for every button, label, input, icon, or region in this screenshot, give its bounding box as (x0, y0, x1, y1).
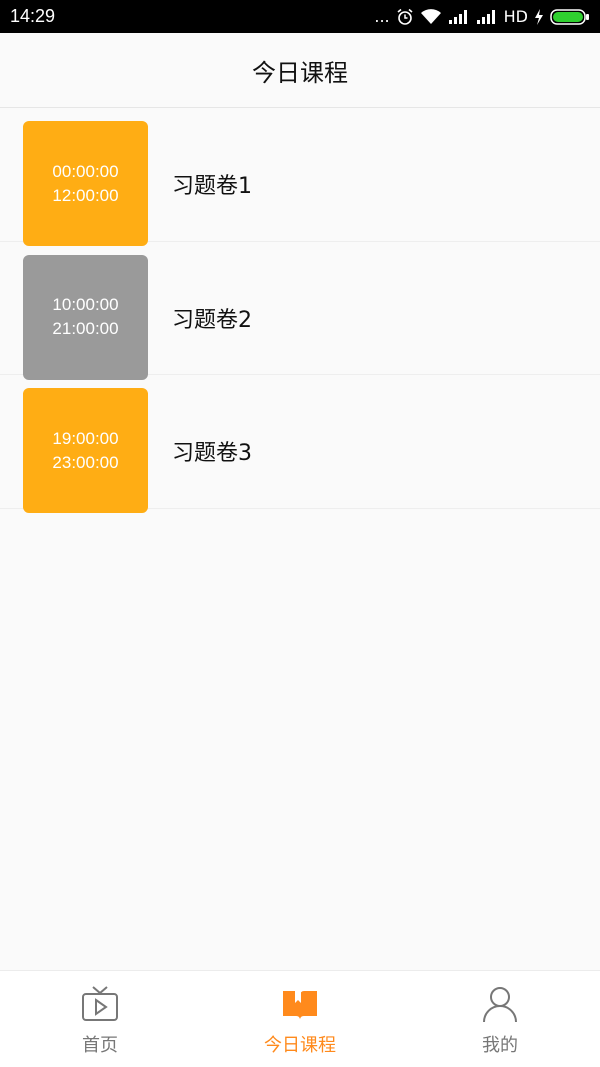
start-time: 10:00:00 (52, 295, 119, 314)
page-title: 今日课程 (252, 58, 348, 87)
tab-label-profile: 我的 (482, 1035, 518, 1056)
app-bar: 今日课程 (0, 33, 600, 108)
tab-profile[interactable]: 我的 (400, 971, 600, 1067)
tab-label-today-courses: 今日课程 (264, 1035, 336, 1056)
course-row[interactable]: 19:00:00 23:00:00 习题卷3 (0, 375, 600, 513)
end-time: 12:00:00 (52, 185, 119, 205)
battery-icon (550, 8, 590, 26)
course-list: 00:00:00 12:00:00 习题卷1 10:00:00 21:00:00… (0, 108, 600, 513)
tab-home[interactable]: 首页 (0, 971, 200, 1067)
time-block: 19:00:00 23:00:00 (23, 388, 148, 513)
tv-icon (81, 985, 119, 1027)
wifi-icon (420, 8, 442, 26)
network-type: HD (503, 7, 528, 26)
status-icons: ... HD (374, 7, 590, 26)
time-block: 10:00:00 21:00:00 (23, 254, 148, 380)
end-time: 21:00:00 (52, 319, 119, 338)
start-time: 19:00:00 (52, 428, 119, 448)
course-name: 习题卷2 (172, 307, 252, 333)
time-block: 00:00:00 12:00:00 (23, 121, 148, 246)
signal-icon-2 (476, 9, 498, 25)
charging-icon (534, 8, 544, 25)
status-bar: 14:29 ... HD (0, 0, 600, 33)
course-name: 习题卷1 (172, 174, 252, 199)
course-row[interactable]: 10:00:00 21:00:00 习题卷2 (0, 242, 600, 380)
bottom-tab-bar: 首页 今日课程 我的 (0, 970, 600, 1067)
tab-today-courses[interactable]: 今日课程 (200, 971, 400, 1067)
end-time: 23:00:00 (52, 452, 119, 472)
signal-icon (448, 9, 470, 25)
user-icon (481, 985, 519, 1027)
status-time: 14:29 (10, 6, 56, 26)
notification-dots: ... (374, 7, 390, 26)
alarm-icon (396, 8, 414, 26)
course-row[interactable]: 00:00:00 12:00:00 习题卷1 (0, 108, 600, 246)
book-icon (281, 985, 319, 1027)
start-time: 00:00:00 (52, 161, 119, 181)
tab-label-home: 首页 (82, 1035, 118, 1056)
course-name: 习题卷3 (172, 441, 252, 466)
